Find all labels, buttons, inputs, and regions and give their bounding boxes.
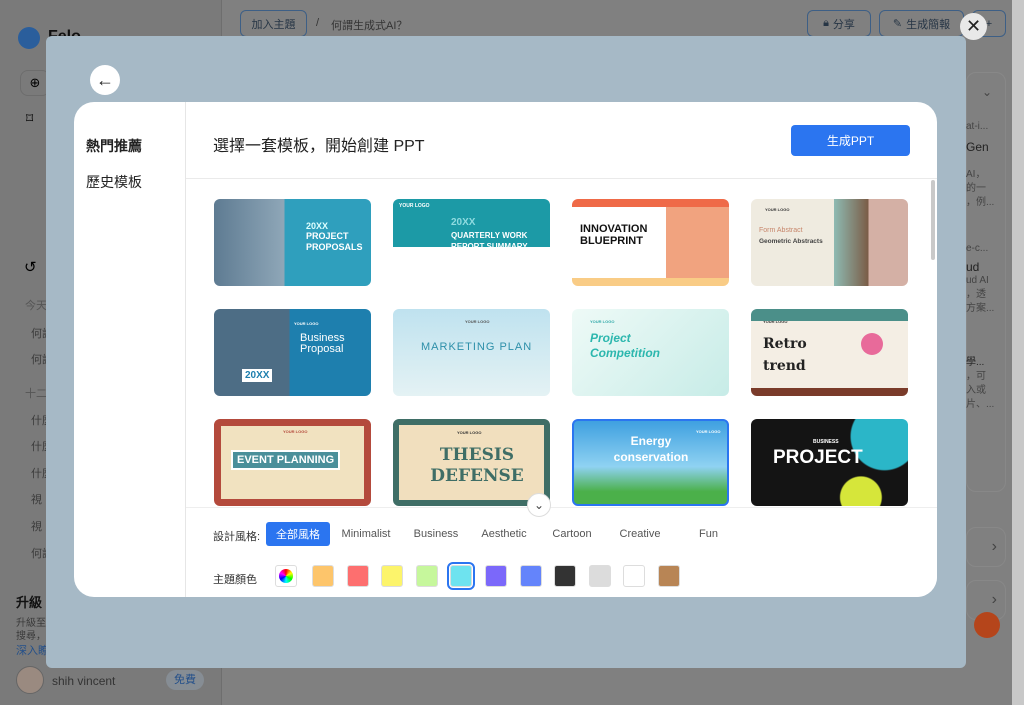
felo-logo-icon — [18, 27, 40, 49]
template-card[interactable]: YOUR LOGO EVENT PLANNING — [214, 419, 371, 506]
style-creative[interactable]: Creative — [610, 522, 670, 546]
template-title: Form Abstract — [759, 227, 803, 234]
scroll-down-icon[interactable]: ⌄ — [527, 493, 551, 517]
color-swatch[interactable] — [415, 565, 438, 587]
generate-report-label: 生成簡報 — [906, 18, 951, 31]
color-swatch[interactable] — [658, 565, 680, 587]
color-swatch[interactable] — [554, 565, 577, 587]
related-snippets: at-i... Gen AI， 的一 ，例... e-c... ud ud AI ，透 方案..… — [966, 121, 995, 410]
template-title: PROJECT — [773, 447, 863, 468]
bookmark-icon[interactable]: ⌑ — [26, 110, 33, 127]
color-label: 主題顏色 — [213, 574, 257, 586]
style-business[interactable]: Business — [408, 522, 464, 546]
user-name: shih vincent — [52, 674, 116, 688]
history-icon[interactable]: ↺ — [24, 258, 37, 276]
template-logo: YOUR LOGO — [294, 321, 319, 326]
template-panel: 熱門推薦 歷史模板 選擇一套模板，開始創建 PPT 生成PPT 20XX PRO… — [74, 102, 937, 597]
template-card[interactable]: YOUR LOGO THESIS DEFENSE — [393, 419, 550, 506]
avatar[interactable] — [16, 666, 44, 694]
template-card[interactable]: YOUR LOGO Energy conservation — [572, 419, 729, 506]
nav-history-templates[interactable]: 歷史模板 — [86, 172, 142, 192]
share-button[interactable]: 🔒︎ 分享 — [807, 10, 871, 37]
plan-badge: 免費 — [166, 670, 204, 690]
color-swatch[interactable] — [485, 565, 507, 587]
nav-hot-recommendations[interactable]: 熱門推薦 — [86, 136, 142, 156]
template-text: 20XX — [451, 217, 476, 228]
magic-wand-icon: ✎ — [892, 18, 903, 30]
template-logo: YOUR LOGO — [765, 207, 790, 212]
history-item[interactable]: 視 — [31, 491, 42, 507]
color-swatch[interactable] — [312, 565, 334, 587]
chevron-right-icon[interactable]: › — [966, 527, 1006, 567]
history-group-label: 十二 — [25, 388, 47, 400]
lock-icon: 🔒︎ — [823, 17, 829, 29]
color-swatch[interactable] — [623, 565, 646, 587]
upgrade-desc: 搜尋， — [16, 631, 46, 642]
template-title: PROJECT PROPOSALS — [306, 231, 363, 252]
template-card[interactable]: BUSINESS PROJECT — [751, 419, 908, 506]
share-label: 分享 — [832, 18, 855, 31]
template-title: QUARTERLY WORK REPORT SUMMARY — [451, 231, 528, 251]
history-group-label: 今天 — [25, 300, 47, 312]
template-card[interactable]: YOUR LOGO 20XX QUARTERLY WORK REPORT SUM… — [393, 199, 550, 286]
template-card[interactable]: YOUR LOGO Form Abstract Geometric Abstra… — [751, 199, 908, 286]
template-logo: YOUR LOGO — [399, 203, 430, 209]
close-icon[interactable]: ✕ — [960, 13, 987, 40]
template-title: Retro trend — [763, 336, 807, 374]
template-title: Energy conservation — [613, 434, 689, 464]
template-card[interactable]: YOUR LOGO Project Competition — [572, 309, 729, 396]
template-logo: YOUR LOGO — [283, 429, 308, 434]
style-cartoon[interactable]: Cartoon — [542, 522, 602, 546]
template-title: Business Proposal — [300, 332, 345, 355]
color-swatch[interactable] — [346, 565, 369, 587]
style-all[interactable]: 全部風格 — [266, 522, 330, 546]
style-fun[interactable]: Fun — [686, 522, 731, 546]
style-label: 設計風格: — [213, 531, 261, 543]
template-text: Geometric Abstracts — [759, 238, 823, 245]
history-item[interactable]: 視 — [31, 518, 42, 534]
template-text: 20XX — [306, 221, 329, 231]
generate-report-button[interactable]: ✎ 生成簡報 — [879, 10, 964, 37]
color-swatch[interactable] — [381, 565, 404, 587]
page-scrollbar[interactable] — [1012, 0, 1024, 705]
color-swatch[interactable] — [447, 562, 476, 590]
template-nav: 熱門推薦 歷史模板 — [74, 102, 186, 597]
style-minimalist[interactable]: Minimalist — [336, 522, 396, 546]
template-logo: YOUR LOGO — [578, 200, 609, 206]
template-text: 20XX — [242, 369, 273, 382]
template-logo: YOUR LOGO — [465, 319, 490, 324]
color-wheel-icon[interactable] — [275, 565, 297, 587]
back-arrow-icon[interactable]: ← — [90, 65, 120, 95]
page-title: 選擇一套模板，開始創建 PPT — [213, 138, 425, 155]
grid-scrollbar[interactable] — [931, 180, 935, 260]
generate-ppt-button[interactable]: 生成PPT — [791, 125, 910, 156]
template-title: THESIS DEFENSE — [430, 445, 524, 486]
template-title: EVENT PLANNING — [231, 450, 341, 470]
learn-more-link[interactable]: 深入瞭 — [16, 642, 49, 658]
template-card[interactable]: YOUR LOGO Retro trend — [751, 309, 908, 396]
template-card[interactable]: YOUR LOGO Business Proposal 20XX — [214, 309, 371, 396]
add-topic-button[interactable]: 加入主題 — [240, 10, 307, 37]
breadcrumb: 何謂生成式AI？ — [331, 20, 408, 32]
color-swatch[interactable] — [588, 565, 611, 587]
template-text: BUSINESS — [813, 439, 839, 445]
color-swatch[interactable] — [519, 565, 542, 587]
filter-bar: 設計風格: 全部風格 Minimalist Business Aesthetic… — [186, 507, 937, 597]
template-card[interactable]: 20XX PROJECT PROPOSALS — [214, 199, 371, 286]
upgrade-title: 升級 — [16, 595, 43, 610]
template-logo: YOUR LOGO — [590, 319, 615, 324]
style-aesthetic[interactable]: Aesthetic — [474, 522, 534, 546]
template-title: Project Competition — [590, 331, 660, 360]
template-logo: YOUR LOGO — [763, 319, 788, 324]
template-title: MARKETING PLAN — [421, 341, 533, 353]
mascot-icon[interactable] — [974, 612, 1000, 638]
template-title: INNOVATION BLUEPRINT — [580, 223, 648, 247]
template-card[interactable]: YOUR LOGO MARKETING PLAN — [393, 309, 550, 396]
chevron-down-icon[interactable]: ⌄ — [982, 85, 992, 99]
template-logo: YOUR LOGO — [457, 430, 482, 435]
template-card[interactable]: YOUR LOGO INNOVATION BLUEPRINT — [572, 199, 729, 286]
